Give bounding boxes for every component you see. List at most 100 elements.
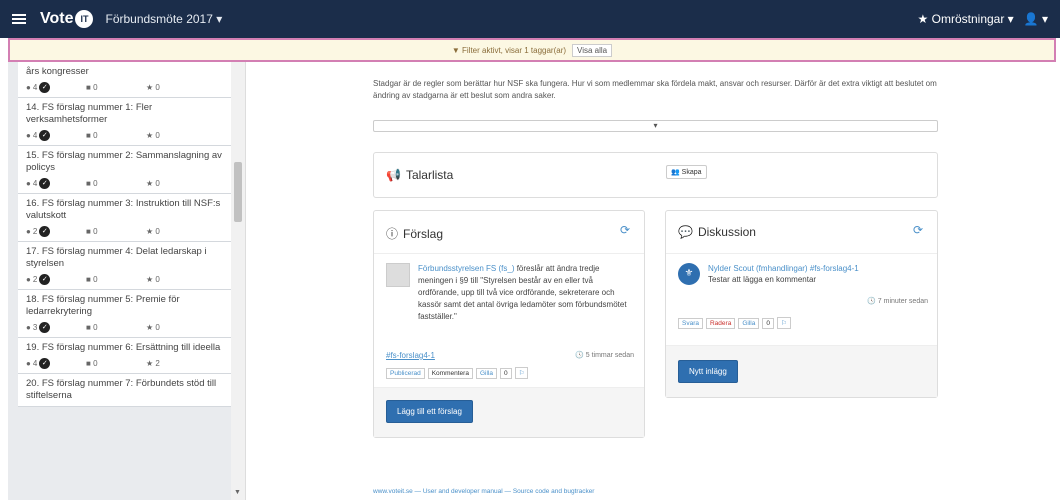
hamburger-menu-icon[interactable] bbox=[12, 14, 26, 24]
discussion-author-link[interactable]: Nylder Scout (fmhandlingar) #fs-forslag4… bbox=[708, 263, 926, 274]
circle-icon: ● bbox=[26, 130, 31, 140]
comment-icon: 💬 bbox=[678, 225, 693, 239]
star-count: ★ 0 bbox=[146, 227, 160, 236]
unread-badge-icon: ✓ bbox=[39, 357, 51, 369]
flag-button[interactable]: ⚐ bbox=[776, 317, 791, 329]
agenda-description: Stadgar är de regler som berättar hur NS… bbox=[373, 79, 937, 100]
expand-toggle[interactable]: ▾ bbox=[373, 120, 938, 132]
published-status-button[interactable]: Publicerad bbox=[386, 367, 425, 379]
info-circle-icon: ⓘ bbox=[386, 227, 399, 241]
sidebar-agenda-item[interactable]: 16. FS förslag nummer 3: Instruktion til… bbox=[18, 194, 232, 242]
star-count-value: 0 bbox=[155, 274, 160, 284]
star-count-value: 0 bbox=[155, 322, 160, 332]
comment-count: ■ 0 bbox=[86, 131, 146, 140]
star-icon: ★ bbox=[146, 358, 156, 368]
sidebar-scrollbar[interactable]: ▼ bbox=[231, 62, 245, 500]
circle-icon: ● bbox=[26, 358, 31, 368]
comment-count-value: 0 bbox=[93, 358, 98, 368]
scroll-down-arrow-icon[interactable]: ▼ bbox=[234, 489, 241, 496]
clock-icon: 🕓 bbox=[575, 352, 586, 359]
star-count-value: 0 bbox=[155, 178, 160, 188]
proposals-title: Förslag bbox=[403, 226, 444, 241]
proposals-footer: Lägg till ett förslag bbox=[374, 387, 644, 437]
user-menu[interactable]: 👤 ▾ bbox=[1024, 12, 1048, 26]
sidebar-agenda-item[interactable]: 17. FS förslag nummer 4: Delat ledarskap… bbox=[18, 242, 232, 290]
discussion-title: Diskussion bbox=[697, 225, 756, 239]
discussion-timestamp: 🕓 7 minuter sedan bbox=[867, 297, 928, 305]
top-navbar: Vote IT Förbundsmöte 2017 ▾ ★ Omröstning… bbox=[0, 0, 1060, 38]
star-count-value: 0 bbox=[155, 130, 160, 140]
add-proposal-button[interactable]: Lägg till ett förslag bbox=[386, 400, 473, 423]
star-icon: ★ bbox=[146, 82, 156, 92]
discussion-footer: Nytt inlägg bbox=[666, 345, 937, 397]
proposal-text: Förbundsstyrelsen FS (fs_) föreslår att … bbox=[418, 263, 634, 323]
polls-dropdown[interactable]: ★ Omröstningar ▾ bbox=[918, 12, 1014, 26]
agenda-item-title: 15. FS förslag nummer 2: Sammanslagning … bbox=[26, 150, 222, 173]
proposal-count: ● 3 ✓ bbox=[26, 321, 86, 333]
discussion-time-text: 7 minuter sedan bbox=[877, 298, 928, 305]
users-icon: 👥 bbox=[671, 169, 680, 176]
avatar bbox=[386, 263, 410, 287]
comment-icon: ■ bbox=[86, 178, 94, 188]
scrollbar-thumb[interactable] bbox=[234, 162, 242, 222]
voteit-logo[interactable]: Vote IT bbox=[40, 10, 94, 28]
sidebar-agenda-item[interactable]: 15. FS förslag nummer 2: Sammanslagning … bbox=[18, 146, 232, 194]
flag-button[interactable]: ⚐ bbox=[514, 367, 529, 379]
agenda-item-title: 17. FS förslag nummer 4: Delat ledarskap… bbox=[26, 246, 207, 269]
agenda-item-title: års kongresser bbox=[26, 66, 89, 77]
refresh-proposals-icon[interactable]: ⟳ bbox=[620, 223, 630, 237]
agenda-item-meta: ● 2 ✓ ■ 0 ★ 0 bbox=[26, 273, 224, 285]
create-label: Skapa bbox=[681, 169, 702, 176]
proposal-time-text: 5 timmar sedan bbox=[585, 352, 634, 359]
create-speaker-list-button[interactable]: 👥 Skapa bbox=[666, 165, 707, 179]
agenda-item-meta: ● 3 ✓ ■ 0 ★ 0 bbox=[26, 321, 224, 333]
megaphone-icon: 📢 bbox=[386, 168, 401, 182]
brand-badge: IT bbox=[75, 10, 94, 28]
proposal-count-value: 4 bbox=[32, 130, 38, 140]
proposal-timestamp: 🕓 5 timmar sedan bbox=[575, 351, 634, 359]
agenda-item-meta: ● 4 ✓ ■ 0 ★ 0 bbox=[26, 81, 224, 93]
proposal-tag-link[interactable]: #fs-forslag4-1 bbox=[386, 351, 435, 360]
comment-icon: ■ bbox=[86, 358, 94, 368]
comment-icon: ■ bbox=[86, 226, 94, 236]
unread-badge-icon: ✓ bbox=[39, 81, 51, 93]
star-icon: ★ bbox=[146, 226, 156, 236]
proposal-author-link[interactable]: Förbundsstyrelsen FS (fs_) bbox=[418, 264, 514, 273]
comment-button[interactable]: Kommentera bbox=[427, 367, 473, 379]
sidebar-agenda-item[interactable]: 14. FS förslag nummer 1: Fler verksamhet… bbox=[18, 98, 232, 146]
star-icon: ★ bbox=[146, 178, 156, 188]
star-count-value: 2 bbox=[155, 358, 160, 368]
sidebar-agenda-item[interactable]: års kongresser ● 4 ✓ ■ 0 ★ 0 bbox=[18, 62, 232, 98]
delete-button[interactable]: Radera bbox=[705, 317, 736, 329]
proposal-count: ● 4 ✓ bbox=[26, 357, 86, 369]
like-button[interactable]: Gilla bbox=[475, 367, 497, 379]
agenda-item-meta: ● 4 ✓ ■ 0 ★ 0 bbox=[26, 177, 224, 189]
circle-icon: ● bbox=[26, 274, 31, 284]
comment-count: ■ 0 bbox=[86, 323, 146, 332]
proposal-count: ● 4 ✓ bbox=[26, 177, 86, 189]
comment-count-value: 0 bbox=[93, 178, 98, 188]
page-footer-links[interactable]: www.voteit.se — User and developer manua… bbox=[373, 488, 594, 495]
agenda-item-meta: ● 4 ✓ ■ 0 ★ 2 bbox=[26, 357, 224, 369]
star-count-value: 0 bbox=[155, 82, 160, 92]
comment-icon: ■ bbox=[86, 274, 94, 284]
show-all-button[interactable]: Visa alla bbox=[572, 43, 613, 57]
meeting-dropdown[interactable]: Förbundsmöte 2017 ▾ bbox=[105, 12, 222, 26]
proposal-count: ● 2 ✓ bbox=[26, 225, 86, 237]
like-button[interactable]: Gilla bbox=[738, 317, 760, 329]
agenda-item-meta: ● 2 ✓ ■ 0 ★ 0 bbox=[26, 225, 224, 237]
reply-button[interactable]: Svara bbox=[678, 317, 703, 329]
sidebar-agenda-item[interactable]: 19. FS förslag nummer 6: Ersättning till… bbox=[18, 338, 232, 374]
sidebar-agenda-item[interactable]: 20. FS förslag nummer 7: Förbundets stöd… bbox=[18, 374, 232, 407]
comment-icon: ■ bbox=[86, 82, 94, 92]
star-count-value: 0 bbox=[155, 226, 160, 236]
circle-icon: ● bbox=[26, 226, 31, 236]
refresh-discussion-icon[interactable]: ⟳ bbox=[913, 223, 923, 237]
like-count: 0 bbox=[499, 367, 512, 379]
comment-count-value: 0 bbox=[93, 82, 98, 92]
agenda-item-title: 19. FS förslag nummer 6: Ersättning till… bbox=[26, 342, 221, 353]
sidebar-agenda-item[interactable]: 18. FS förslag nummer 5: Premie för leda… bbox=[18, 290, 232, 338]
new-post-button[interactable]: Nytt inlägg bbox=[678, 360, 738, 383]
star-count: ★ 0 bbox=[146, 131, 160, 140]
proposal-count: ● 4 ✓ bbox=[26, 81, 86, 93]
